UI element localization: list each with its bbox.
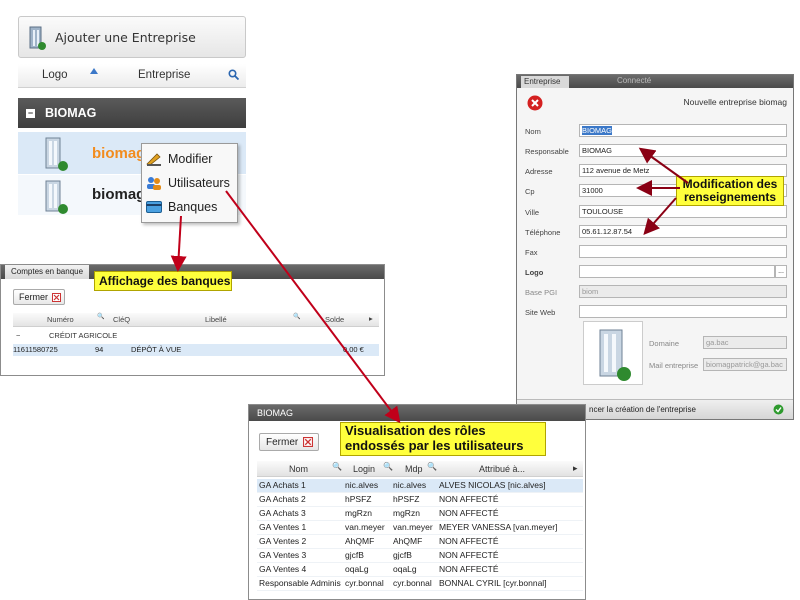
arrow-to-telephone [643, 197, 677, 235]
arrow-to-banques [170, 215, 187, 272]
arrow-to-roles [225, 190, 401, 424]
annotation-arrows [170, 147, 689, 424]
arrow-to-responsable [638, 147, 689, 184]
